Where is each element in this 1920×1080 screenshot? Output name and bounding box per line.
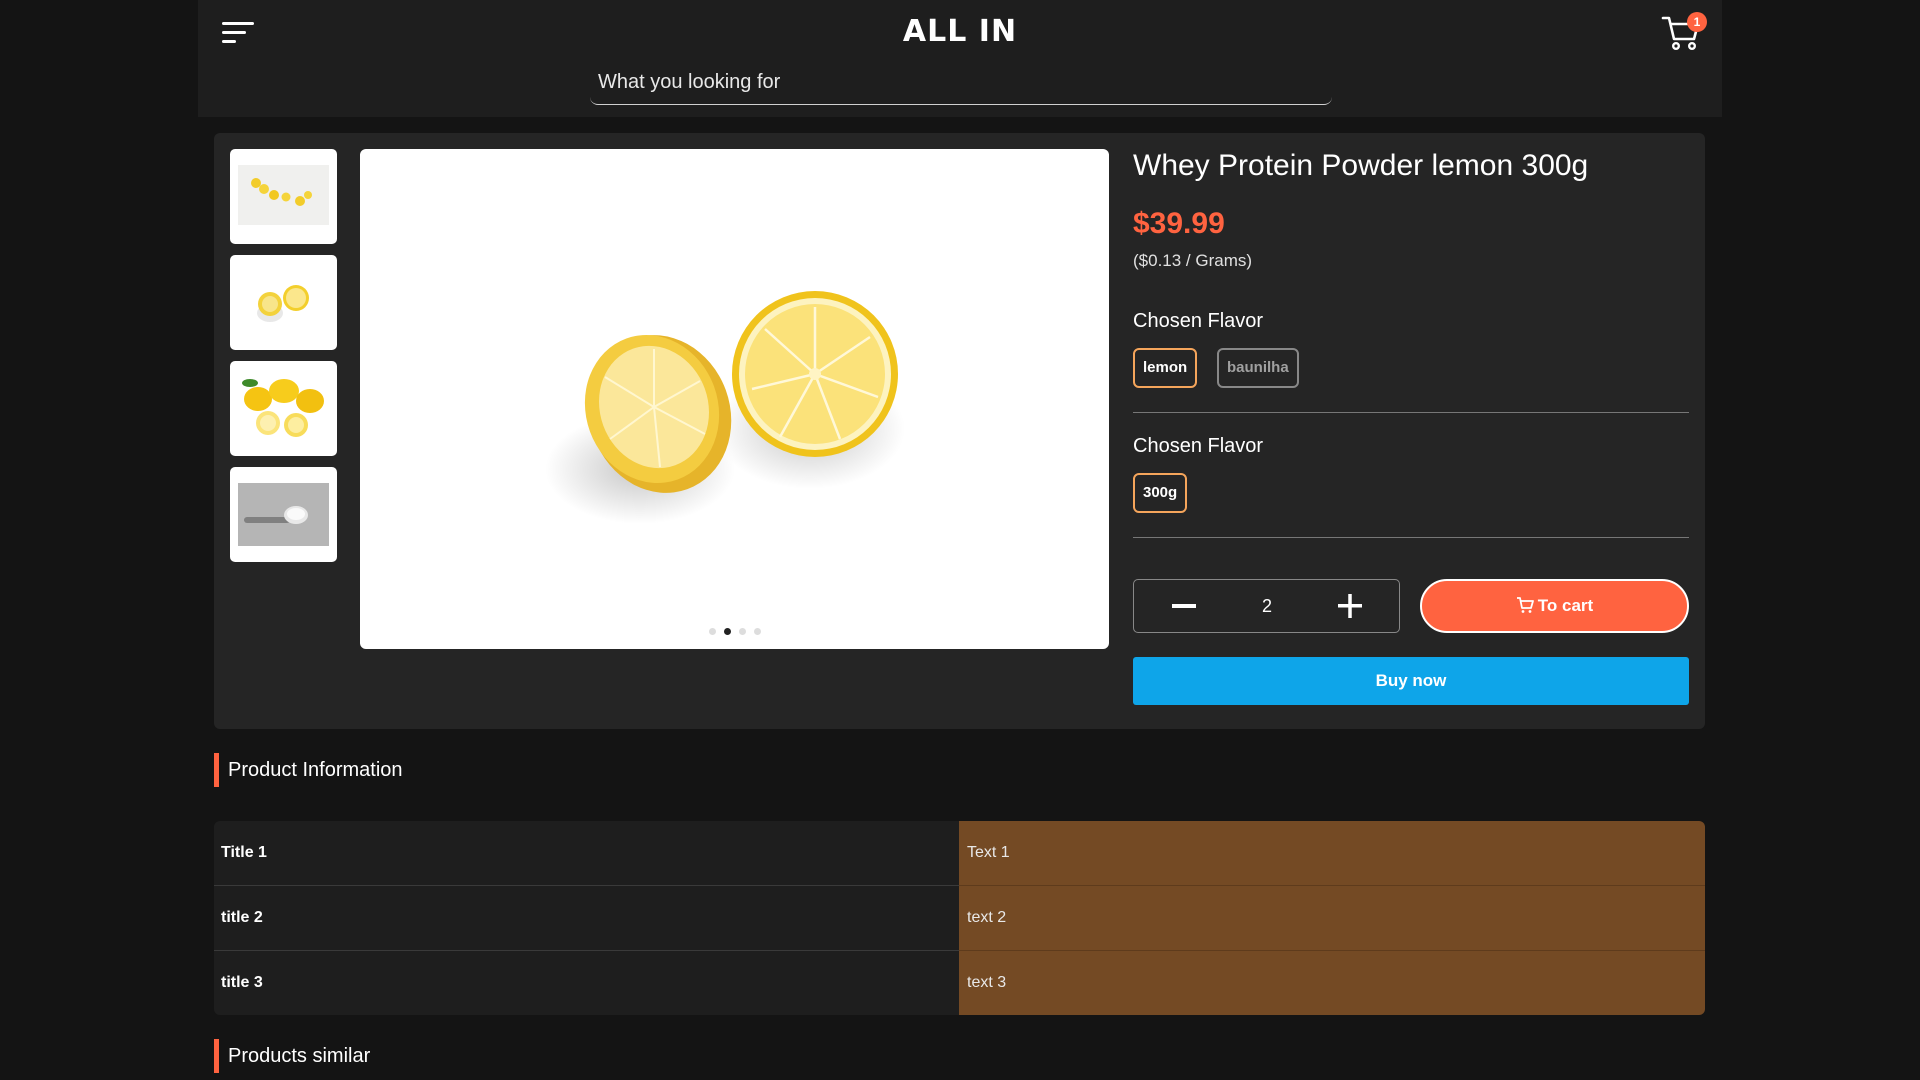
product-card: Whey Protein Powder lemon 300g $39.99 ($… — [214, 133, 1705, 729]
flavor-label: Chosen Flavor — [1133, 310, 1264, 332]
powder-scoop-image — [238, 483, 329, 546]
size-label: Chosen Flavor — [1133, 435, 1264, 457]
increase-quantity-button[interactable] — [1324, 580, 1378, 632]
table-row: Title 1 Text 1 — [214, 821, 1705, 885]
add-to-cart-button[interactable]: To cart — [1420, 579, 1689, 633]
cart-count-badge: 1 — [1687, 12, 1707, 32]
lemons-pile-image — [242, 379, 324, 437]
top-bar: ALL IN 1 — [198, 0, 1722, 117]
carousel-dot-4[interactable] — [753, 628, 761, 635]
carousel-dot-1[interactable] — [708, 628, 716, 635]
main-product-image[interactable] — [360, 149, 1109, 649]
unit-price: ($0.13 / Grams) — [1133, 251, 1253, 270]
lemon-halves-image — [257, 285, 309, 322]
quantity-value[interactable]: 2 — [1232, 580, 1302, 632]
table-row: title 3 text 3 — [214, 951, 1705, 1015]
lemon-drops-image — [238, 165, 329, 225]
decrease-quantity-button[interactable] — [1158, 580, 1212, 632]
minus-icon — [1172, 604, 1196, 608]
table-text-cell: Text 1 — [959, 821, 1705, 885]
table-text-cell: text 2 — [959, 886, 1705, 950]
product-information-heading: Product Information — [214, 753, 403, 787]
search-input[interactable] — [590, 62, 1332, 102]
table-title-cell: title 3 — [214, 951, 959, 1015]
table-title-cell: Title 1 — [214, 821, 959, 885]
flavor-option-baunilha[interactable]: baunilha — [1217, 348, 1299, 388]
thumbnail-1[interactable] — [230, 149, 337, 244]
plus-icon — [1338, 594, 1362, 618]
carousel-dot-2[interactable] — [723, 628, 731, 635]
products-similar-heading: Products similar — [214, 1039, 370, 1073]
quantity-stepper: 2 — [1133, 579, 1400, 633]
size-option-300g[interactable]: 300g — [1133, 473, 1188, 513]
page: ALL IN 1 What you looking for Whey Prote… — [198, 0, 1722, 1080]
thumbnail-3[interactable] — [230, 361, 337, 456]
table-text-cell: text 3 — [959, 951, 1705, 1015]
product-price: $39.99 — [1133, 207, 1225, 240]
lemon-halves-image — [545, 291, 905, 524]
carousel-dots — [360, 628, 1109, 635]
search-bar — [590, 62, 1332, 105]
table-title-cell: title 2 — [214, 886, 959, 950]
divider — [1133, 537, 1689, 538]
thumbnail-4[interactable] — [230, 467, 337, 562]
table-row: title 2 text 2 — [214, 886, 1705, 950]
thumbnail-2[interactable] — [230, 255, 337, 350]
product-information-table: Title 1 Text 1 title 2 text 2 title 3 te… — [214, 821, 1705, 1015]
divider — [1133, 412, 1689, 413]
brand-logo[interactable]: ALL IN — [198, 14, 1722, 49]
add-to-cart-label: To cart — [1537, 596, 1594, 615]
buy-now-button[interactable]: Buy now — [1133, 657, 1689, 705]
cart-icon — [1516, 597, 1534, 613]
flavor-option-lemon[interactable]: lemon — [1133, 348, 1198, 388]
product-title: Whey Protein Powder lemon 300g — [1133, 149, 1589, 182]
carousel-dot-3[interactable] — [738, 628, 746, 635]
